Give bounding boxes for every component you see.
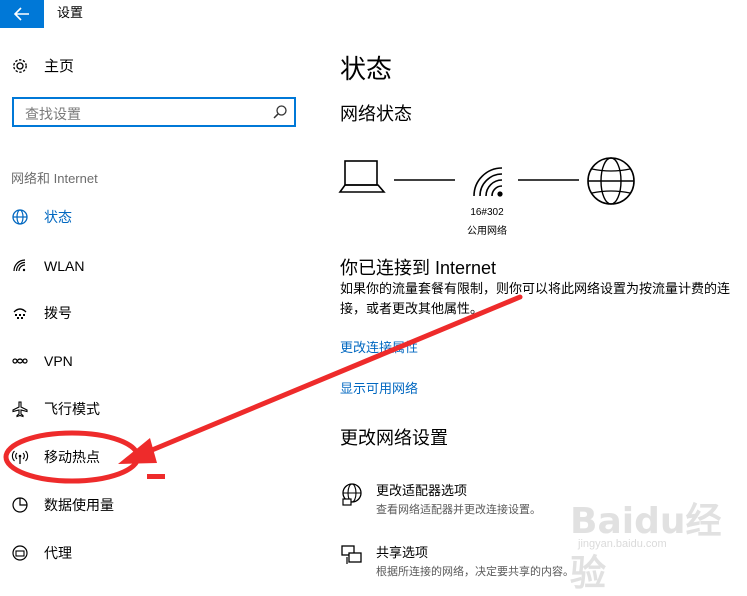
network-diagram [338, 157, 635, 205]
network-type: 公用网络 [467, 226, 507, 237]
data-usage-icon [12, 497, 28, 513]
globe-icon [587, 157, 635, 205]
globe-icon [12, 209, 28, 225]
nav-group-label: 网络和 Internet [11, 171, 98, 186]
adapter-icon [342, 483, 362, 506]
page-title: 状态 [340, 54, 393, 84]
network-status-heading: 网络状态 [340, 104, 412, 124]
wifi-signal-icon [473, 167, 503, 197]
sidebar-item-proxy[interactable]: 代理 [10, 541, 72, 565]
watermark-url: jingyan.baidu.com [578, 538, 667, 550]
option-title: 更改适配器选项 [376, 483, 468, 498]
sidebar-item-label: WLAN [44, 258, 85, 274]
window-title: 设置 [57, 5, 84, 20]
sidebar-item-status[interactable]: 状态 [10, 205, 72, 229]
connection-status-title: 你已连接到 Internet [340, 258, 497, 278]
show-available-networks-link[interactable]: 显示可用网络 [340, 378, 418, 397]
sharing-options-item[interactable]: 共享选项 根据所连接的网络，决定要共享的内容。 [340, 542, 574, 579]
search-input[interactable]: 查找设置 [12, 97, 296, 127]
connection-description: 如果你的流量套餐有限制，则你可以将此网络设置为按流量计费的连接，或者更改其他属性… [340, 281, 731, 316]
sidebar-item-data-usage[interactable]: 数据使用量 [10, 493, 114, 517]
sharing-icon [341, 545, 362, 564]
change-network-settings-heading: 更改网络设置 [340, 428, 448, 448]
watermark: Baidu经验 jingyan.baidu.com [570, 492, 740, 594]
hotspot-icon [11, 450, 29, 464]
sidebar-item-airplane[interactable]: 飞行模式 [10, 397, 100, 421]
sidebar-item-label: VPN [44, 353, 73, 369]
dialup-icon [13, 308, 27, 319]
annotation-dash [147, 474, 165, 479]
nav-home-label: 主页 [44, 58, 75, 75]
vpn-icon [12, 358, 28, 364]
nav-home[interactable]: 主页 [10, 55, 74, 76]
sidebar-item-label: 飞行模式 [44, 401, 100, 417]
sidebar-item-label: 移动热点 [44, 449, 100, 465]
option-title: 共享选项 [376, 545, 429, 560]
sidebar-item-label: 状态 [44, 209, 72, 225]
gear-icon [13, 58, 27, 73]
proxy-icon [12, 545, 28, 561]
change-connection-properties-link[interactable]: 更改连接属性 [340, 337, 418, 356]
sidebar-item-label: 数据使用量 [44, 497, 114, 513]
option-subtitle: 根据所连接的网络，决定要共享的内容。 [376, 566, 574, 578]
sidebar-item-label: 拨号 [44, 305, 72, 321]
annotation-arrow-head [118, 438, 157, 464]
sidebar-item-wlan[interactable]: WLAN [10, 254, 84, 278]
sidebar-item-label: 代理 [44, 545, 72, 561]
search-icon[interactable] [272, 104, 288, 120]
annotation-arrow-shaft [137, 294, 523, 458]
adapter-options-item[interactable]: 更改适配器选项 查看网络适配器并更改连接设置。 [340, 480, 541, 517]
wifi-icon [13, 259, 26, 272]
back-arrow-icon [14, 7, 29, 21]
sidebar-item-hotspot[interactable]: 移动热点 [10, 445, 100, 469]
network-name: 16#302 [470, 207, 504, 218]
back-button[interactable] [0, 0, 44, 28]
option-subtitle: 查看网络适配器并更改连接设置。 [376, 504, 541, 516]
airplane-icon [12, 401, 28, 418]
laptop-icon [338, 160, 386, 193]
sidebar-item-dialup[interactable]: 拨号 [10, 301, 72, 325]
search-placeholder: 查找设置 [25, 106, 81, 122]
sidebar-item-vpn[interactable]: VPN [10, 349, 73, 373]
